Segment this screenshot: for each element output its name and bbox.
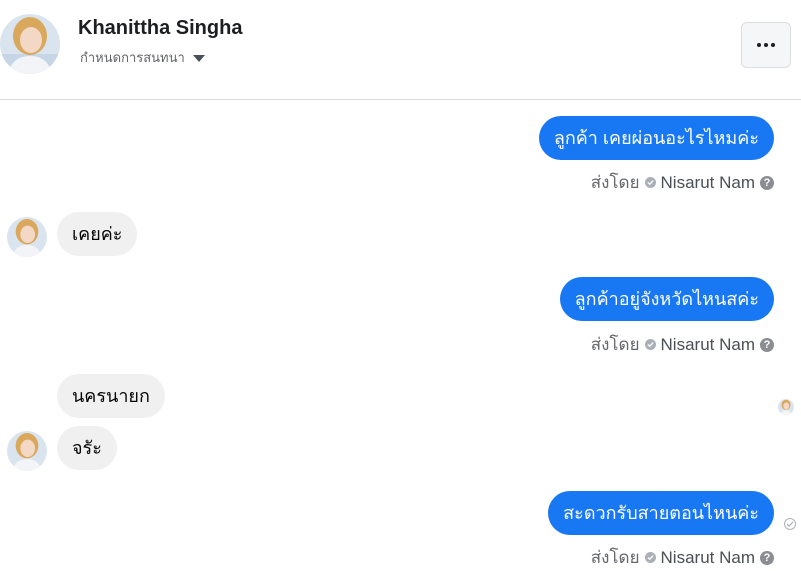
- sent-by-line: ส่งโดย Nisarut Nam ?: [591, 544, 774, 571]
- verified-icon: [644, 552, 656, 563]
- sent-by-line: ส่งโดย Nisarut Nam ?: [591, 169, 774, 196]
- conversation-subtitle[interactable]: กำหนดการสนทนา: [80, 47, 205, 68]
- sent-by-label: ส่งโดย: [590, 173, 640, 192]
- incoming-message[interactable]: นครนายก: [57, 374, 165, 418]
- contact-avatar[interactable]: [0, 14, 60, 74]
- help-icon[interactable]: ?: [760, 175, 774, 190]
- sent-by-label: ส่งโดย: [590, 548, 640, 567]
- verified-icon: [644, 339, 656, 350]
- agent-name[interactable]: Nisarut Nam: [661, 548, 755, 568]
- sent-status-icon: [784, 518, 796, 530]
- sent-by-label: ส่งโดย: [590, 335, 640, 354]
- outgoing-message[interactable]: ลูกค้าอยู่จังหวัดไหนสค่ะ: [559, 277, 774, 321]
- customer-avatar[interactable]: [7, 431, 47, 471]
- sent-by-line: ส่งโดย Nisarut Nam ?: [591, 331, 774, 358]
- customer-avatar[interactable]: [7, 217, 47, 257]
- seen-avatar: [778, 399, 794, 415]
- caret-down-icon[interactable]: [192, 55, 205, 62]
- conversation-header: Khanittha Singha กำหนดการสนทนา: [0, 0, 801, 100]
- verified-icon: [644, 177, 656, 188]
- agent-name[interactable]: Nisarut Nam: [661, 335, 755, 355]
- help-icon[interactable]: ?: [760, 550, 774, 565]
- outgoing-message[interactable]: ลูกค้า เคยผ่อนอะไรไหมค่ะ: [538, 116, 774, 160]
- more-options-button[interactable]: [741, 22, 791, 68]
- incoming-message[interactable]: จรัะ: [57, 426, 117, 470]
- more-icon: [757, 43, 775, 47]
- agent-name[interactable]: Nisarut Nam: [661, 173, 755, 193]
- incoming-message[interactable]: เคยค่ะ: [57, 212, 138, 256]
- contact-name[interactable]: Khanittha Singha: [78, 17, 242, 40]
- outgoing-message[interactable]: สะดวกรับสายตอนไหนค่ะ: [548, 491, 774, 535]
- help-icon[interactable]: ?: [760, 337, 774, 352]
- subtitle-text: กำหนดการสนทนา: [80, 50, 185, 65]
